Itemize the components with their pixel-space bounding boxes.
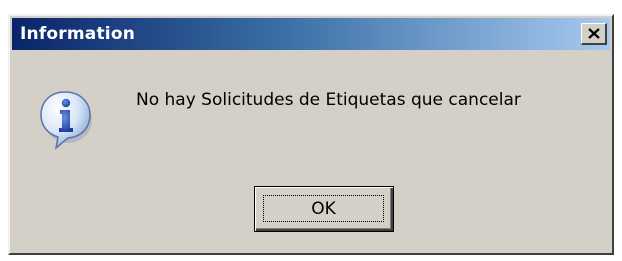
title-bar[interactable]: Information — [12, 18, 610, 50]
information-dialog: Information No hay Solicitudes de Etique… — [8, 14, 614, 255]
window-title: Information — [20, 24, 136, 44]
close-button[interactable] — [581, 23, 607, 45]
information-icon — [40, 91, 92, 150]
message-text: No hay Solicitudes de Etiquetas que canc… — [136, 90, 521, 110]
ok-button[interactable]: OK — [254, 186, 394, 232]
close-icon — [588, 28, 600, 39]
ok-button-label: OK — [263, 195, 384, 222]
